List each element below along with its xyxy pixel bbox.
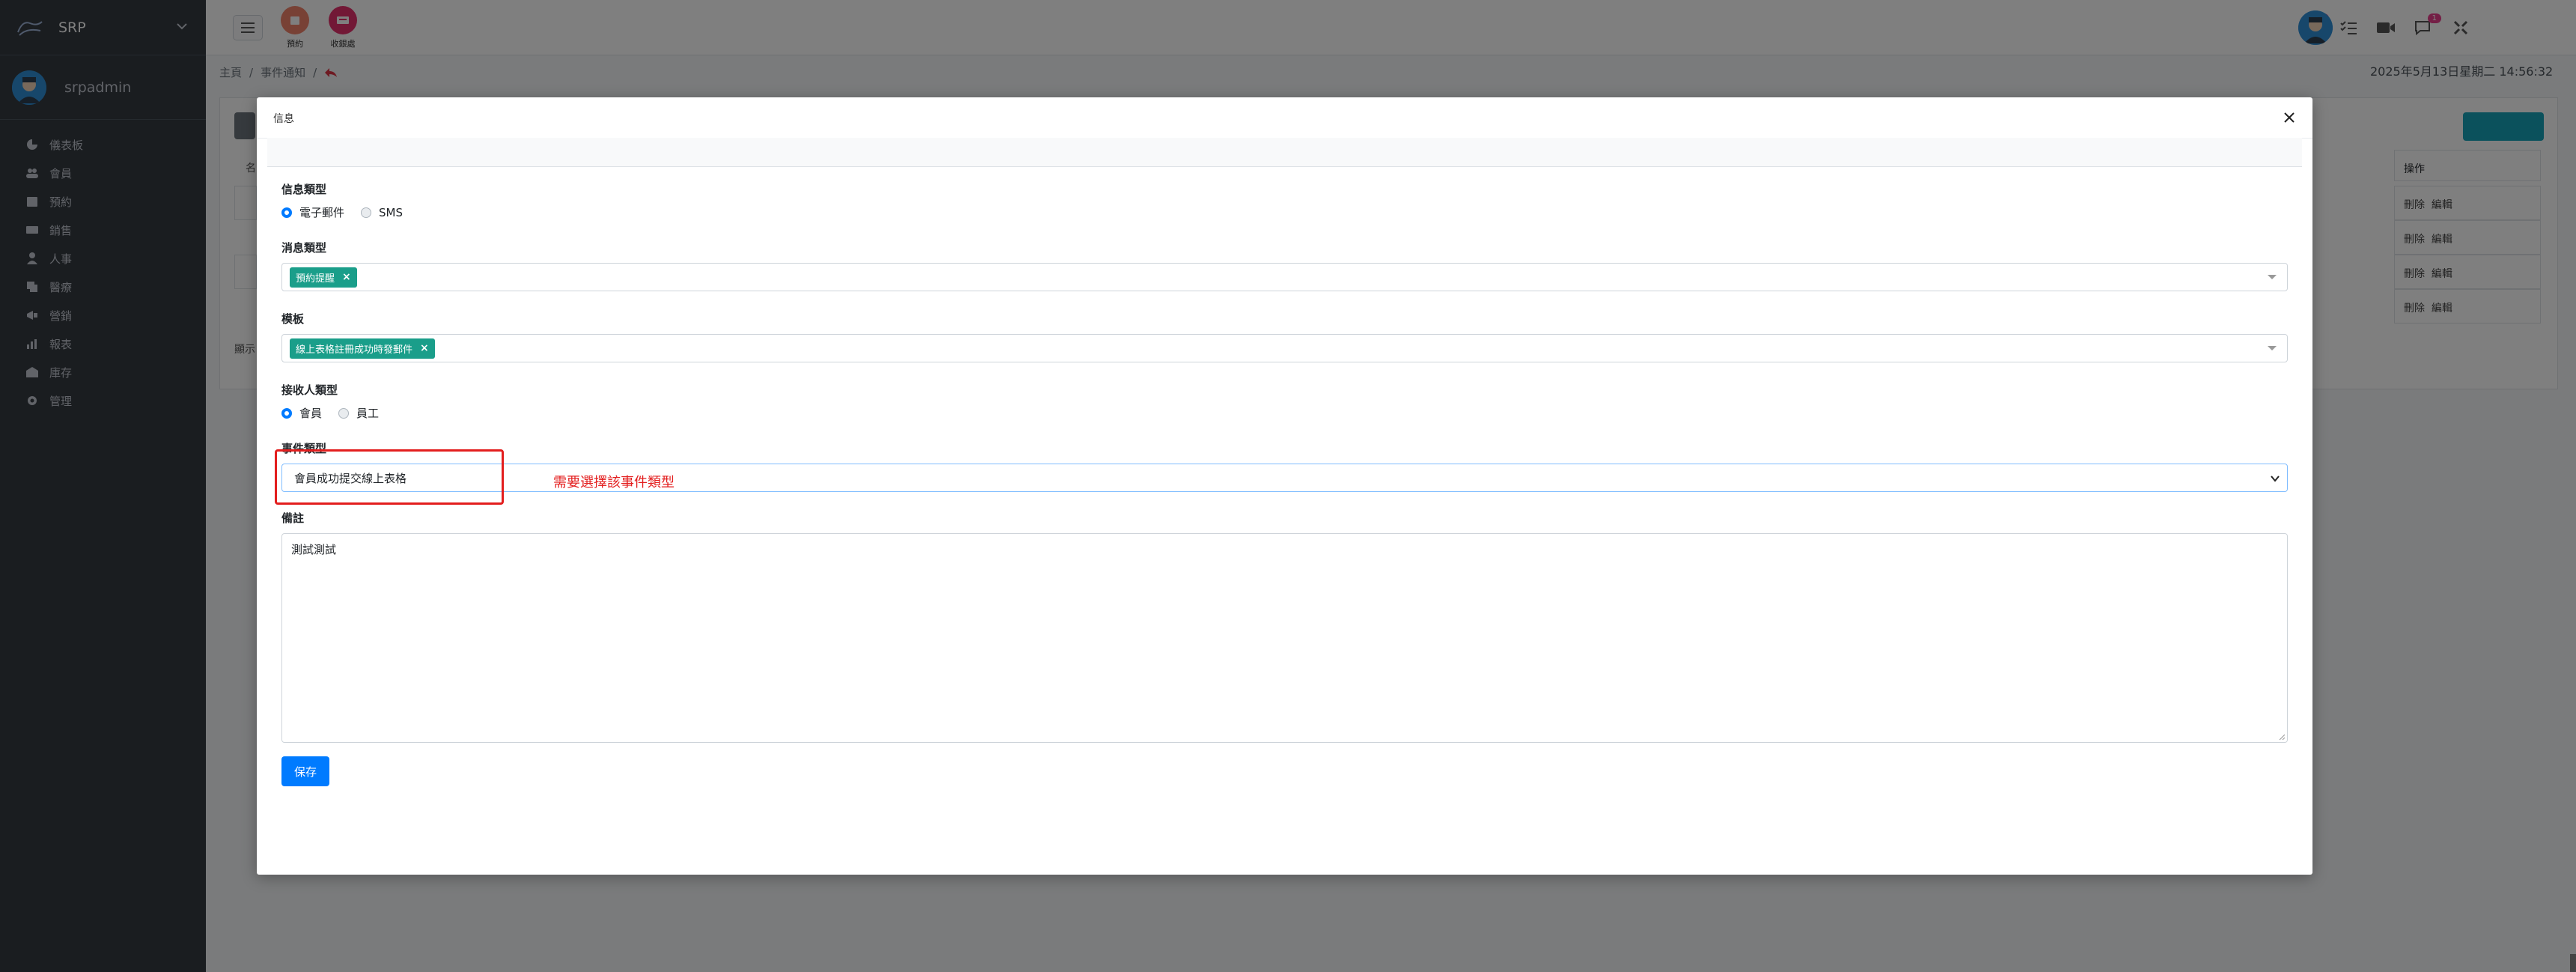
event-type-select[interactable]: 會員成功提交線上表格 需要選擇該事件類型	[275, 449, 2288, 505]
dropdown-caret-icon	[2268, 346, 2277, 350]
tag-remove-icon[interactable]: ×	[420, 342, 429, 354]
modal-title: 信息	[273, 113, 294, 125]
save-button[interactable]: 保存	[281, 756, 329, 786]
highlight-annotation-box	[275, 449, 504, 505]
info-type-label: 信息類型	[281, 183, 327, 196]
tag-remove-icon[interactable]: ×	[342, 271, 351, 283]
radio-label: 電子郵件	[299, 206, 345, 219]
recipient-type-radio-group: 會員 員工	[281, 405, 2288, 421]
message-type-label: 消息類型	[281, 241, 327, 255]
notes-label: 備註	[281, 511, 305, 525]
radio-label: 員工	[356, 407, 380, 420]
template-tag: 線上表格註冊成功時發郵件 ×	[290, 338, 435, 359]
dropdown-caret-icon	[2268, 275, 2277, 279]
notes-value: 測試測試	[291, 543, 337, 556]
recipient-staff-radio[interactable]: 員工	[338, 405, 379, 421]
message-modal: 信息 信息類型 電子郵件 SMS 消息類型 預約提醒 × 模板 線上表格註冊成功…	[257, 97, 2312, 875]
radio-unchecked	[338, 407, 350, 419]
resize-handle-icon[interactable]	[2278, 733, 2286, 741]
message-type-tag: 預約提醒 ×	[290, 267, 357, 288]
info-type-sms-radio[interactable]: SMS	[361, 206, 403, 219]
tag-label: 預約提醒	[296, 273, 335, 285]
chevron-down-icon	[2271, 476, 2280, 482]
annotation-hint: 需要選擇該事件類型	[553, 475, 675, 490]
close-icon	[2284, 112, 2295, 123]
message-type-select[interactable]: 預約提醒 ×	[281, 263, 2288, 291]
recipient-type-label: 接收人類型	[281, 383, 338, 397]
message-form: 信息類型 電子郵件 SMS 消息類型 預約提醒 × 模板 線上表格註冊成功時發郵…	[275, 181, 2288, 786]
radio-unchecked	[361, 207, 372, 218]
radio-label: SMS	[379, 205, 404, 219]
close-button[interactable]	[2280, 108, 2299, 127]
modal-toolbar-strip	[267, 138, 2302, 167]
radio-checked	[281, 407, 292, 419]
notes-textarea[interactable]: 測試測試	[281, 533, 2288, 743]
event-type-label: 事件類型	[281, 442, 327, 455]
recipient-member-radio[interactable]: 會員	[281, 405, 322, 421]
tag-label: 線上表格註冊成功時發郵件	[296, 344, 413, 356]
scrollbar[interactable]	[2570, 954, 2576, 972]
info-type-radio-group: 電子郵件 SMS	[281, 204, 2288, 220]
template-select[interactable]: 線上表格註冊成功時發郵件 ×	[281, 334, 2288, 362]
template-label: 模板	[281, 312, 305, 326]
radio-checked	[281, 207, 292, 218]
radio-label: 會員	[299, 407, 323, 420]
modal-header: 信息	[257, 97, 2312, 139]
info-type-email-radio[interactable]: 電子郵件	[281, 204, 344, 220]
